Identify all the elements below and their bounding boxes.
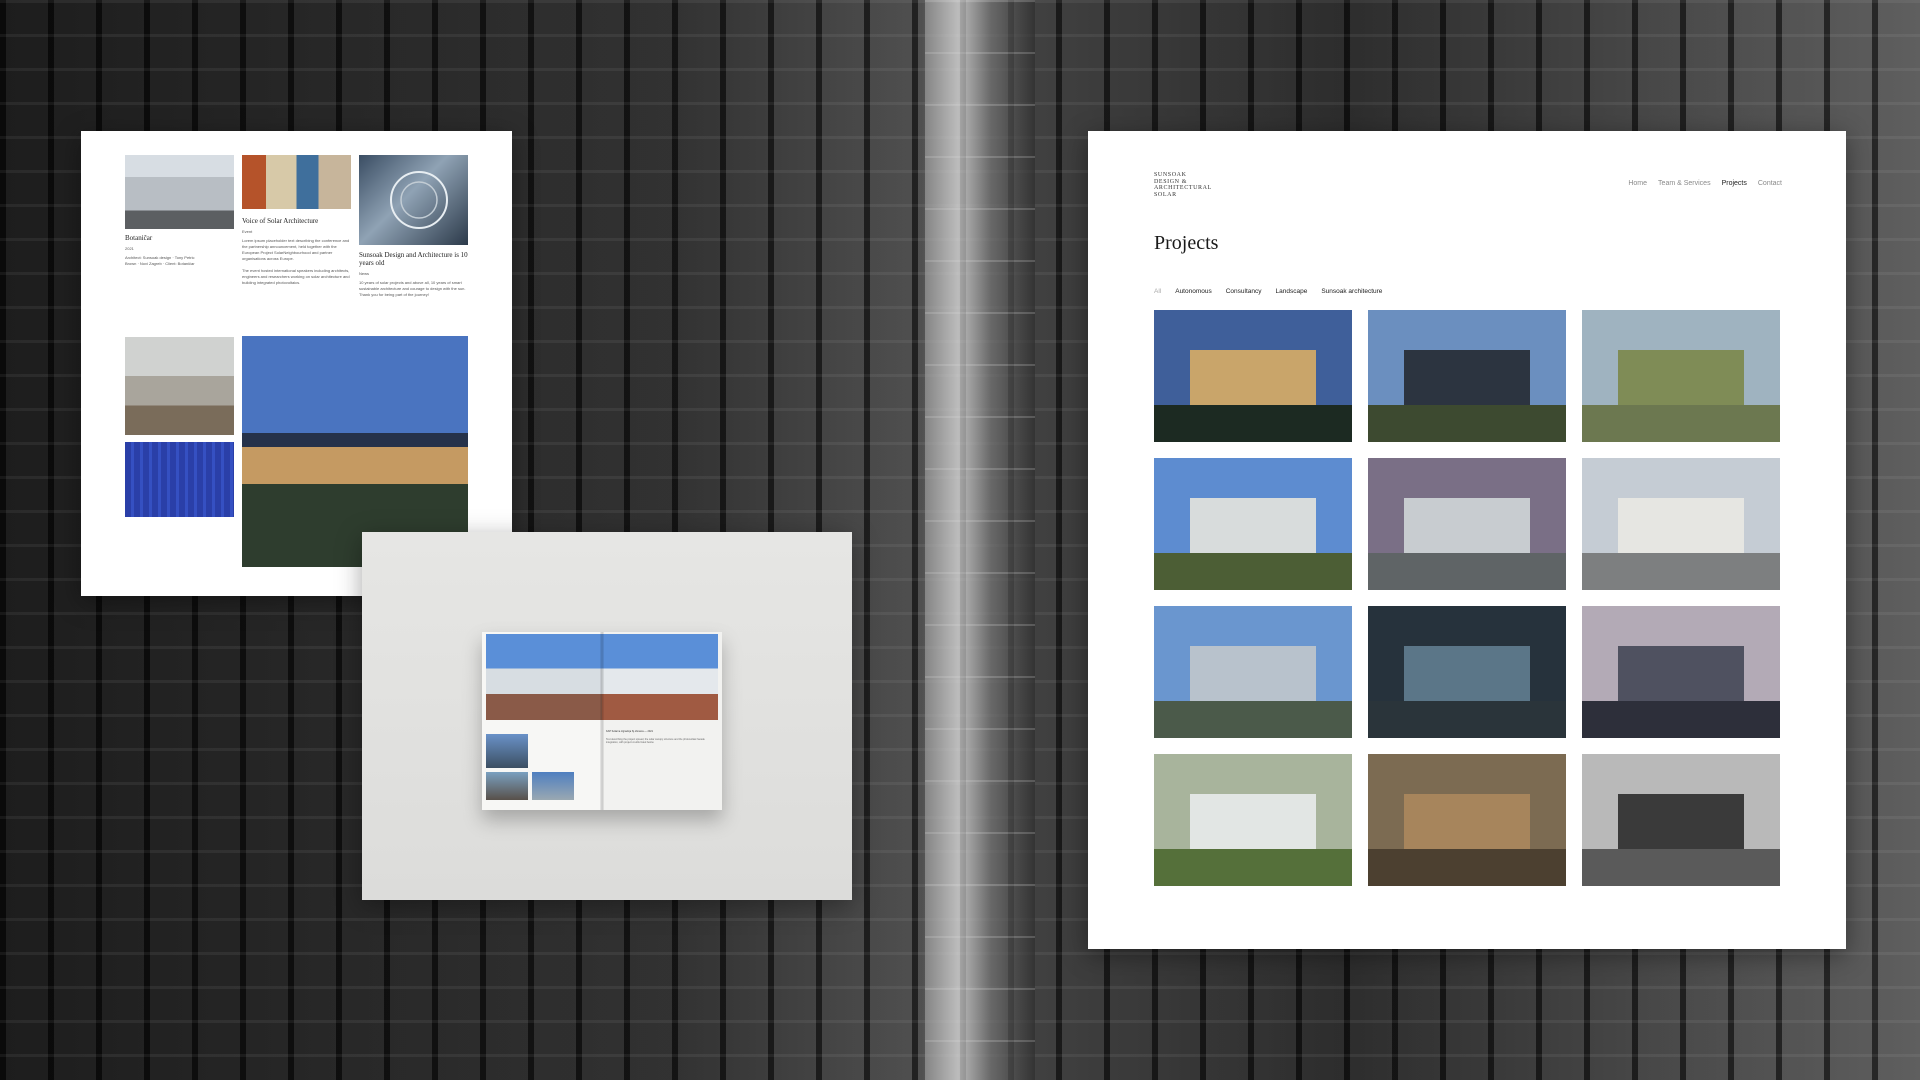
card2-body: Lorem ipsum placeholder text describing … <box>242 238 350 261</box>
logo-line: SOLAR <box>1154 191 1177 198</box>
project-filters: All Autonomous Consultancy Landscape Sun… <box>1154 288 1382 295</box>
project-canopy-building[interactable] <box>1154 458 1352 590</box>
project-greenhouse[interactable] <box>1154 754 1352 886</box>
filter-sunsoak-architecture[interactable]: Sunsoak architecture <box>1321 288 1382 295</box>
card2-body2: The event hosted international speakers … <box>242 268 350 285</box>
gallery-image-interior[interactable] <box>125 337 234 435</box>
project-solar-roof[interactable] <box>1582 310 1780 442</box>
thumb-building <box>1617 793 1745 853</box>
nav-home[interactable]: Home <box>1628 180 1647 187</box>
thumb-ground <box>1582 849 1780 886</box>
filter-all[interactable]: All <box>1154 288 1161 295</box>
card2-meta: Event <box>242 229 253 234</box>
thumb-ground <box>1154 849 1352 886</box>
logo-line: ARCHITECTURAL <box>1154 185 1212 191</box>
project-glass-pavilion[interactable] <box>1368 310 1566 442</box>
thumb-ground <box>1368 701 1566 738</box>
card1-image[interactable] <box>125 155 234 229</box>
thumb-ground <box>1154 553 1352 590</box>
card1-title[interactable]: Botaničar <box>125 234 234 242</box>
nav-projects[interactable]: Projects <box>1722 180 1747 187</box>
sunsoak-logo[interactable]: SUNSOAK DESIGN & ARCHITECTURAL SOLAR <box>1154 172 1212 198</box>
projects-website-mockup: SUNSOAK DESIGN & ARCHITECTURAL SOLAR Hom… <box>1088 131 1846 949</box>
card1-meta: 2021 <box>125 246 134 251</box>
project-winter-park[interactable] <box>1582 754 1780 886</box>
gallery-image-blue-facade[interactable] <box>125 442 234 517</box>
project-hall-interior[interactable] <box>1368 754 1566 886</box>
filter-autonomous[interactable]: Autonomous <box>1175 288 1212 295</box>
brochure-body: Text describing the project spread, the … <box>606 738 705 745</box>
thumb-ground <box>1154 701 1352 738</box>
background-building-corner <box>925 0 1035 1080</box>
thumb-building <box>1617 645 1745 705</box>
brochure-thumb-1 <box>486 734 528 768</box>
brochure-left-page <box>482 632 602 810</box>
thumb-building <box>1617 497 1745 557</box>
brochure-caption: KAP Solarna izgradnja Sj obrasca — 2021 <box>606 730 654 733</box>
brochure-hero-image-left <box>486 634 602 720</box>
project-night-pavilion[interactable] <box>1154 310 1352 442</box>
thumb-building <box>1403 497 1531 557</box>
thumb-building <box>1617 349 1745 409</box>
filter-landscape[interactable]: Landscape <box>1276 288 1308 295</box>
project-glass-roof[interactable] <box>1368 606 1566 738</box>
page-title: Projects <box>1154 232 1219 254</box>
open-brochure: KAP Solarna izgradnja Sj obrasca — 2021 … <box>482 632 722 810</box>
card3-body: 10 years of solar projects and above all… <box>359 280 466 297</box>
main-nav: Home Team & Services Projects Contact <box>1628 180 1782 187</box>
brochure-hero-image-right <box>602 634 718 720</box>
thumb-building <box>1189 349 1317 409</box>
brochure-right-page: KAP Solarna izgradnja Sj obrasca — 2021 … <box>602 632 722 810</box>
thumb-ground <box>1582 701 1780 738</box>
card2-title[interactable]: Voice of Solar Architecture <box>242 217 351 225</box>
project-dome[interactable] <box>1368 458 1566 590</box>
card3-meta: News <box>359 271 370 276</box>
filter-consultancy[interactable]: Consultancy <box>1226 288 1262 295</box>
project-dusk-towers[interactable] <box>1582 606 1780 738</box>
thumb-building <box>1189 645 1317 705</box>
thumb-ground <box>1582 553 1780 590</box>
brochure-spine <box>600 632 604 810</box>
solar-spiral-icon <box>390 171 448 229</box>
brochure-mockup: KAP Solarna izgradnja Sj obrasca — 2021 … <box>362 532 852 900</box>
card3-image[interactable] <box>359 155 468 245</box>
thumb-building <box>1189 497 1317 557</box>
thumb-ground <box>1368 553 1566 590</box>
article-page-mockup: Botaničar 2021 Architect: Sunsoak design… <box>81 131 512 596</box>
thumb-ground <box>1368 849 1566 886</box>
thumb-building <box>1403 793 1531 853</box>
project-city-corner[interactable] <box>1582 458 1780 590</box>
project-grid <box>1154 310 1780 886</box>
thumb-building <box>1403 349 1531 409</box>
thumb-building <box>1189 793 1317 853</box>
thumb-ground <box>1582 405 1780 442</box>
project-towers[interactable] <box>1154 606 1352 738</box>
thumb-ground <box>1154 405 1352 442</box>
thumb-ground <box>1368 405 1566 442</box>
card2-image[interactable] <box>242 155 351 209</box>
card1-details: Architect: Sunsoak design · Tony Petric … <box>125 255 195 266</box>
brochure-thumb-3 <box>532 772 574 800</box>
thumb-building <box>1403 645 1531 705</box>
nav-contact[interactable]: Contact <box>1758 180 1782 187</box>
brochure-thumb-2 <box>486 772 528 800</box>
nav-team-services[interactable]: Team & Services <box>1658 180 1711 187</box>
card3-title[interactable]: Sunsoak Design and Architecture is 10 ye… <box>359 251 468 267</box>
